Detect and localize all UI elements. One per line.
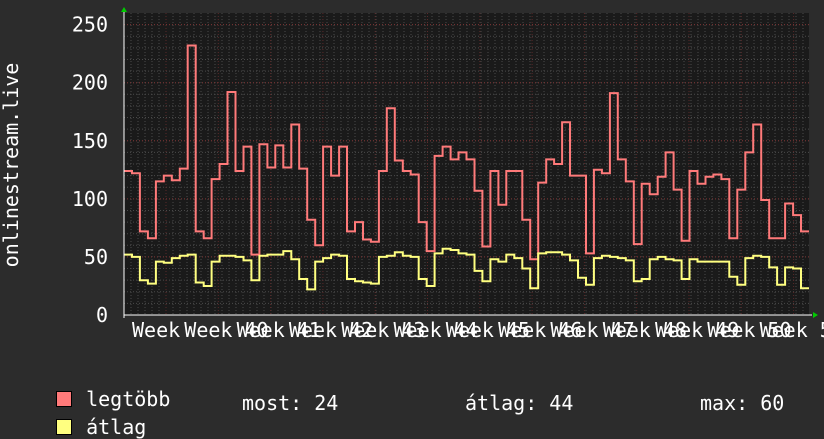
y-tick-label: 250 bbox=[72, 13, 108, 37]
y-axis-ticks: 0 50 100 150 200 250 bbox=[72, 13, 108, 327]
x-tick-label: Week 51 bbox=[760, 318, 824, 342]
y-axis-label: onlinestream.live bbox=[0, 63, 23, 268]
y-tick-label: 0 bbox=[96, 303, 108, 327]
y-tick-label: 100 bbox=[72, 187, 108, 211]
x-tick-label: Week bbox=[132, 318, 180, 342]
stat-now: most: 24 bbox=[242, 391, 339, 415]
y-tick-label: 150 bbox=[72, 129, 108, 153]
legend-item-atlag: átlag bbox=[32, 391, 146, 439]
y-axis-arrow-icon bbox=[121, 7, 127, 12]
y-tick-label: 200 bbox=[72, 71, 108, 95]
stat-max: max: 60 bbox=[700, 391, 785, 415]
legend-swatch-atlag bbox=[56, 419, 73, 435]
x-axis-ticks: Week Week 40Week 41Week 42Week 43Week 44W… bbox=[132, 318, 824, 342]
stat-average: átlag: 44 bbox=[465, 391, 574, 415]
y-tick-label: 50 bbox=[84, 245, 108, 269]
legend-label-atlag: átlag bbox=[86, 415, 147, 439]
